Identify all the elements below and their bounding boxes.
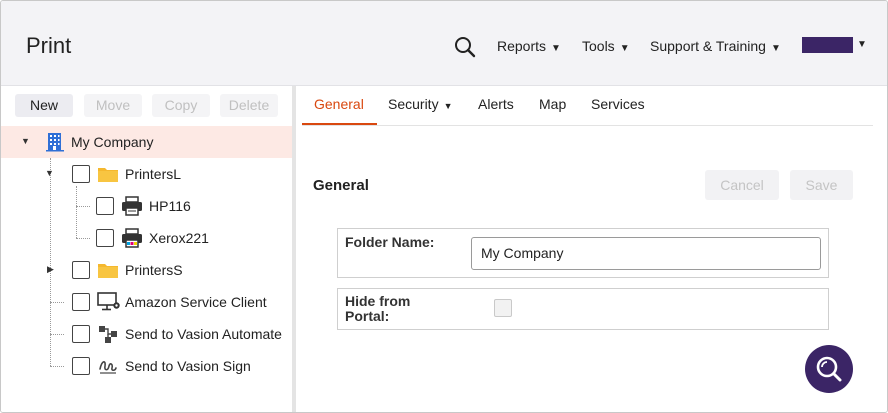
folder-name-label: Folder Name:: [345, 234, 435, 250]
tree-row-amazon-service-client[interactable]: Amazon Service Client: [1, 286, 292, 318]
tree-label: PrintersS: [125, 262, 183, 278]
folder-name-row: Folder Name: My Company: [337, 228, 829, 278]
monitor-gear-icon: [97, 292, 120, 312]
cancel-button[interactable]: Cancel: [705, 170, 779, 200]
move-button[interactable]: Move: [84, 94, 142, 117]
save-button[interactable]: Save: [790, 170, 853, 200]
tree-row-hp116[interactable]: HP116: [1, 190, 292, 222]
caret-right-icon[interactable]: ▶: [47, 264, 54, 275]
color-printer-icon: [121, 228, 143, 248]
building-icon: [45, 132, 67, 152]
hide-from-portal-checkbox[interactable]: [494, 299, 512, 317]
delete-button[interactable]: Delete: [220, 94, 278, 117]
tree-row-my-company[interactable]: ▼ My Company: [1, 126, 292, 158]
chevron-down-icon: ▼: [443, 101, 453, 111]
printer-icon: [121, 196, 143, 216]
tree-label: Send to Vasion Sign: [125, 358, 251, 374]
hide-from-portal-row: Hide from Portal:: [337, 288, 829, 330]
menu-tools[interactable]: Tools ▼: [582, 38, 630, 54]
app-window: Print Reports ▼ Tools ▼ Support & Training…: [0, 0, 888, 413]
app-title: Print: [26, 33, 72, 58]
user-account-button[interactable]: [802, 37, 853, 53]
tree-row-printerss[interactable]: ▶ PrintersS: [1, 254, 292, 286]
folder-icon: [97, 164, 119, 184]
tree-row-send-to-vasion-automate[interactable]: Send to Vasion Automate: [1, 318, 292, 350]
hide-from-portal-label: Hide from Portal:: [345, 294, 410, 324]
tree-checkbox[interactable]: [96, 197, 114, 215]
tree-panel: New Move Copy Delete ▼ My Company ▼ Prin…: [1, 86, 292, 412]
folder-name-input[interactable]: My Company: [471, 237, 821, 270]
tree-checkbox[interactable]: [72, 165, 90, 183]
section-title: General: [313, 177, 369, 194]
chevron-down-icon[interactable]: ▼: [857, 39, 867, 50]
tab-general[interactable]: General: [314, 96, 364, 112]
active-tab-indicator: [302, 123, 377, 125]
signature-icon: [97, 356, 119, 376]
new-button[interactable]: New: [15, 94, 73, 117]
tab-map[interactable]: Map: [539, 96, 566, 112]
tree-checkbox[interactable]: [72, 261, 90, 279]
search-icon[interactable]: [453, 35, 477, 59]
search-icon: [816, 356, 842, 382]
tree-label: My Company: [71, 134, 154, 150]
tree-checkbox[interactable]: [72, 293, 90, 311]
panel-splitter[interactable]: [292, 86, 296, 412]
hide-label-line1: Hide from: [345, 293, 411, 309]
tree-row-xerox221[interactable]: Xerox221: [1, 222, 292, 254]
copy-button[interactable]: Copy: [152, 94, 210, 117]
chevron-down-icon: ▼: [619, 43, 630, 54]
tab-alerts[interactable]: Alerts: [478, 96, 514, 112]
folder-icon: [97, 260, 119, 280]
caret-down-icon[interactable]: ▼: [21, 136, 30, 146]
tree-label: HP116: [149, 198, 191, 214]
tab-security[interactable]: Security ▼: [388, 96, 453, 112]
tab-security-label: Security: [388, 96, 439, 112]
tree-label: PrintersL: [125, 166, 182, 182]
menu-reports[interactable]: Reports ▼: [497, 38, 561, 54]
menu-tools-label: Tools: [582, 38, 615, 54]
tree-row-send-to-vasion-sign[interactable]: Send to Vasion Sign: [1, 350, 292, 382]
tree-checkbox[interactable]: [96, 229, 114, 247]
tree-label: Amazon Service Client: [125, 294, 267, 310]
tab-bar: General Security ▼ Alerts Map Services: [302, 86, 873, 126]
help-search-button[interactable]: [805, 345, 853, 393]
hide-label-line2: Portal:: [345, 308, 390, 324]
tree-label: Xerox221: [149, 230, 209, 246]
workflow-icon: [97, 324, 119, 344]
caret-down-icon[interactable]: ▼: [45, 168, 54, 178]
chevron-down-icon: ▼: [551, 43, 561, 54]
tab-services[interactable]: Services: [591, 96, 645, 112]
tree-label: Send to Vasion Automate: [125, 326, 282, 342]
tree-row-printersl[interactable]: ▼ PrintersL: [1, 158, 292, 190]
chevron-down-icon: ▼: [770, 43, 781, 54]
menu-support-label: Support & Training: [650, 38, 766, 54]
tree-checkbox[interactable]: [72, 325, 90, 343]
tree-checkbox[interactable]: [72, 357, 90, 375]
menu-reports-label: Reports: [497, 38, 547, 54]
menu-support-training[interactable]: Support & Training ▼: [650, 38, 781, 54]
top-header: Print Reports ▼ Tools ▼ Support & Training…: [1, 1, 887, 86]
